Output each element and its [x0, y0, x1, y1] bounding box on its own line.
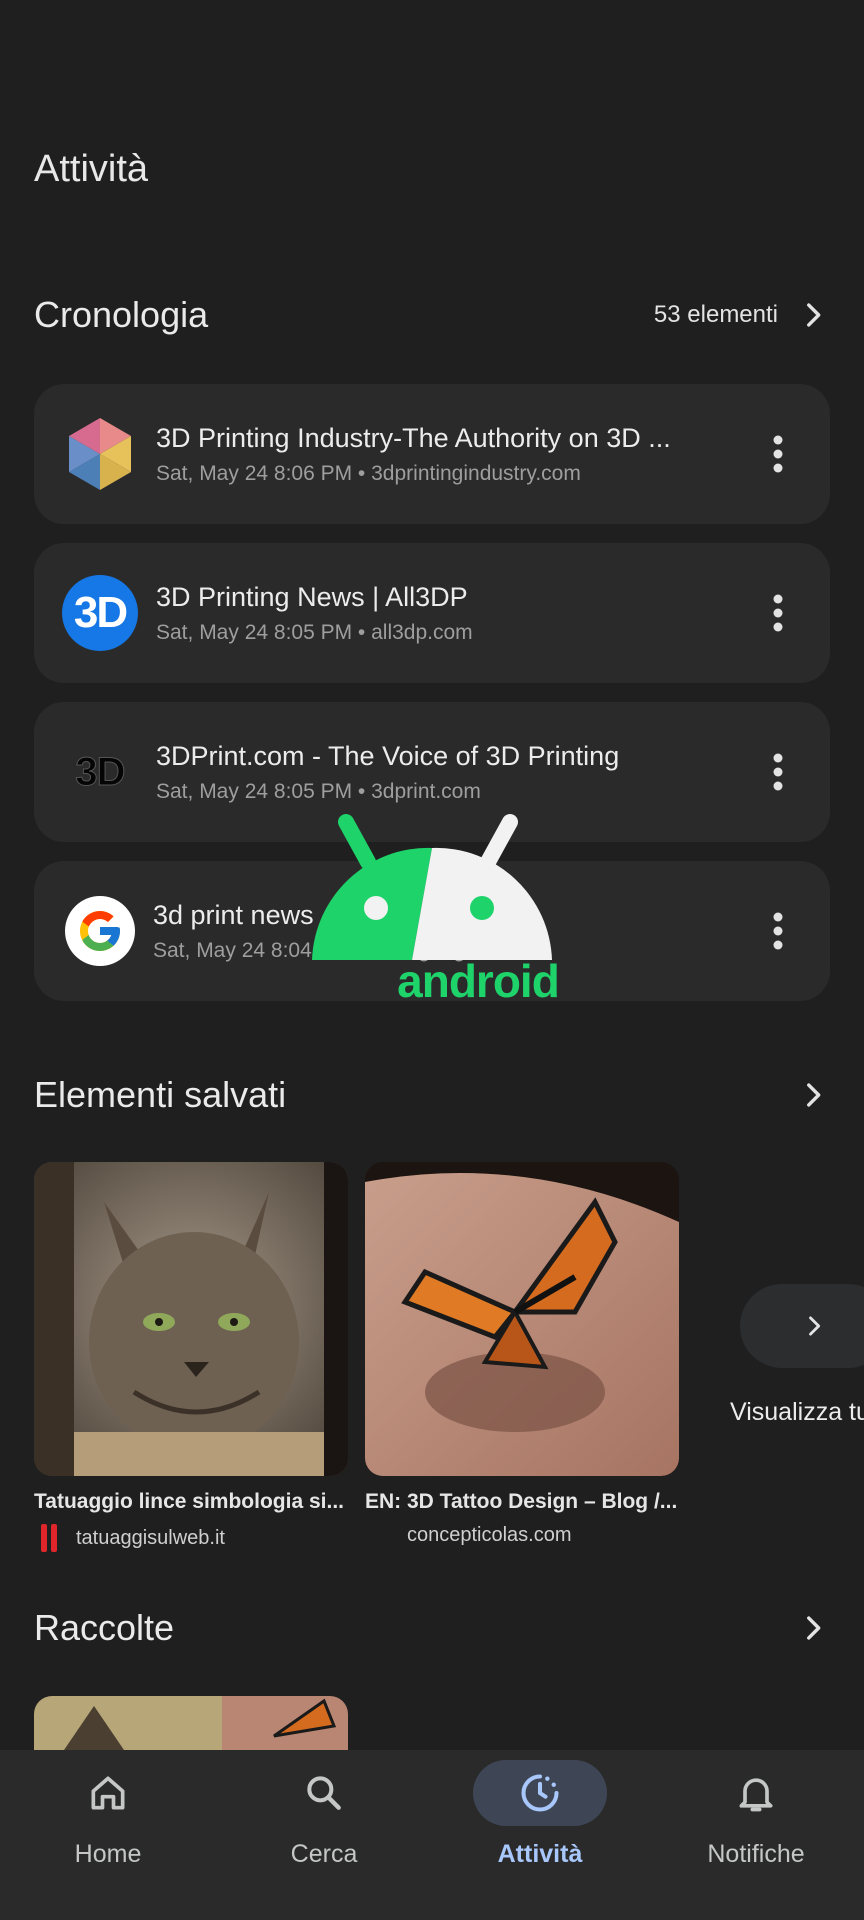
saved-title: Elementi salvati — [34, 1074, 287, 1115]
nav-search[interactable]: Cerca — [216, 1750, 432, 1920]
chevron-right-icon[interactable] — [796, 1078, 830, 1112]
history-header: Cronologia 53 elementi — [34, 285, 830, 345]
history-item-title: 3DPrint.com - The Voice of 3D Printing — [156, 740, 620, 771]
saved-header: Elementi salvati — [34, 1065, 830, 1125]
nav-home[interactable]: Home — [0, 1750, 216, 1920]
butterfly-tattoo-image — [365, 1162, 679, 1476]
history-item-title: 3D Printing News | All3DP — [156, 581, 468, 612]
more-options-icon[interactable] — [750, 732, 806, 812]
nav-search-label: Cerca — [290, 1840, 358, 1868]
history-item-subtitle: Sat, May 24 8:06 PM • 3dprintingindustry… — [156, 461, 581, 485]
more-options-icon[interactable] — [750, 573, 806, 653]
nav-home-label: Home — [74, 1840, 142, 1868]
collections-header: Raccolte — [34, 1598, 830, 1658]
history-item-subtitle: Sat, May 24 8:05 PM • 3dprint.com — [156, 779, 481, 803]
chevron-right-icon — [796, 298, 830, 332]
saved-item[interactable]: EN: 3D Tattoo Design – Blog /... concept… — [365, 1162, 679, 1547]
home-icon — [41, 1760, 175, 1826]
3dprint-logo-icon: 3D — [75, 749, 126, 794]
saved-item-source: tatuaggisulweb.it — [34, 1524, 348, 1552]
saved-item-source: concepticolas.com — [407, 1524, 572, 1546]
history-item[interactable]: 3D Printing Industry-The Authority on 3D… — [34, 384, 830, 524]
google-logo-icon — [65, 896, 135, 966]
tatuaggisulweb-favicon-icon — [34, 1524, 64, 1552]
search-icon — [257, 1760, 391, 1826]
nav-activity-label: Attività — [497, 1840, 583, 1868]
page-title: Attività — [34, 148, 149, 190]
nav-activity[interactable]: Attività — [432, 1750, 648, 1920]
view-all-saved-label[interactable]: Visualizza tu — [730, 1398, 864, 1427]
saved-item-title: EN: 3D Tattoo Design – Blog /... — [365, 1490, 678, 1513]
nav-notifications-label: Notifiche — [707, 1840, 805, 1868]
history-item-title: 3D Printing Industry-The Authority on 3D… — [156, 422, 671, 453]
chevron-right-icon — [800, 1312, 828, 1340]
history-item[interactable]: 3D 3D Printing News | All3DP Sat, May 24… — [34, 543, 830, 683]
chevron-right-icon[interactable] — [796, 1611, 830, 1645]
activity-history-icon — [473, 1760, 607, 1826]
all3dp-logo-icon: 3D — [62, 575, 138, 651]
nav-notifications[interactable]: Notifiche — [648, 1750, 864, 1920]
collection-thumbnail-image — [34, 1696, 348, 1750]
bottom-navigation: Home Cerca Attività Notifiche — [0, 1750, 864, 1920]
history-count: 53 elementi — [653, 301, 778, 328]
more-options-icon[interactable] — [750, 891, 806, 971]
view-all-saved-button[interactable] — [740, 1284, 864, 1368]
more-options-icon[interactable] — [750, 414, 806, 494]
history-title: Cronologia — [34, 294, 209, 335]
tuttoandroid-watermark-logo: tuttoandroid — [300, 812, 566, 1012]
history-see-all[interactable]: 53 elementi — [654, 298, 830, 332]
saved-item[interactable]: Tatuaggio lince simbologia si... tatuagg… — [34, 1162, 348, 1552]
saved-item-title: Tatuaggio lince simbologia si... — [34, 1490, 344, 1513]
bell-icon — [689, 1760, 823, 1826]
collections-title: Raccolte — [34, 1607, 175, 1648]
3dprintingindustry-logo-icon — [62, 416, 138, 492]
history-item-subtitle: Sat, May 24 8:05 PM • all3dp.com — [156, 620, 473, 644]
lynx-tattoo-image — [34, 1162, 348, 1476]
collection-card[interactable] — [34, 1696, 348, 1750]
